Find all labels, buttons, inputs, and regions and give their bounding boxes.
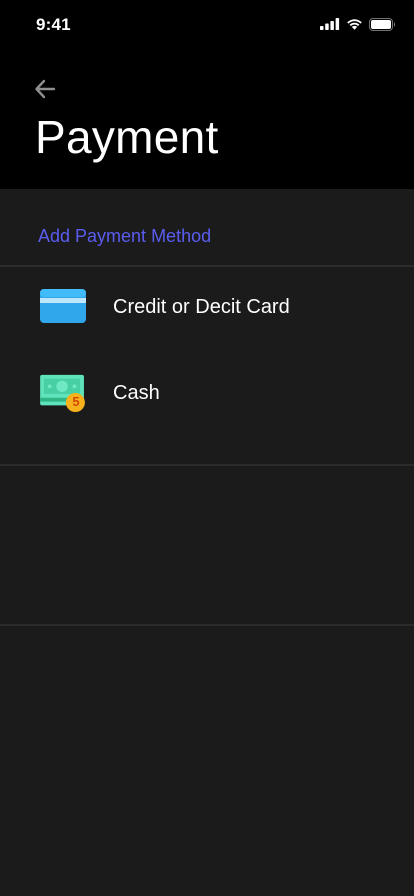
status-bar: 9:41 xyxy=(0,0,414,50)
header: 9:41 Payment xyxy=(0,0,414,189)
wifi-icon xyxy=(347,19,362,30)
divider-bottom xyxy=(0,624,414,626)
payment-method-label: Credit or Decit Card xyxy=(113,296,290,318)
arrow-left-icon xyxy=(35,79,56,99)
back-button[interactable] xyxy=(32,76,58,102)
payment-method-card[interactable]: Credit or Decit Card xyxy=(0,277,414,337)
credit-card-icon xyxy=(40,289,86,323)
page-title: Payment xyxy=(35,111,219,163)
add-payment-method-link[interactable]: Add Payment Method xyxy=(38,226,211,247)
payment-method-cash[interactable]: 5 Cash xyxy=(0,363,414,423)
divider-top xyxy=(0,265,414,267)
status-icons xyxy=(320,17,396,31)
payment-method-label: Cash xyxy=(113,382,160,404)
status-time: 9:41 xyxy=(36,15,71,34)
divider-middle xyxy=(0,464,414,466)
signal-icon xyxy=(320,18,340,30)
battery-icon xyxy=(369,17,395,31)
cash-badge: 5 xyxy=(72,394,80,409)
